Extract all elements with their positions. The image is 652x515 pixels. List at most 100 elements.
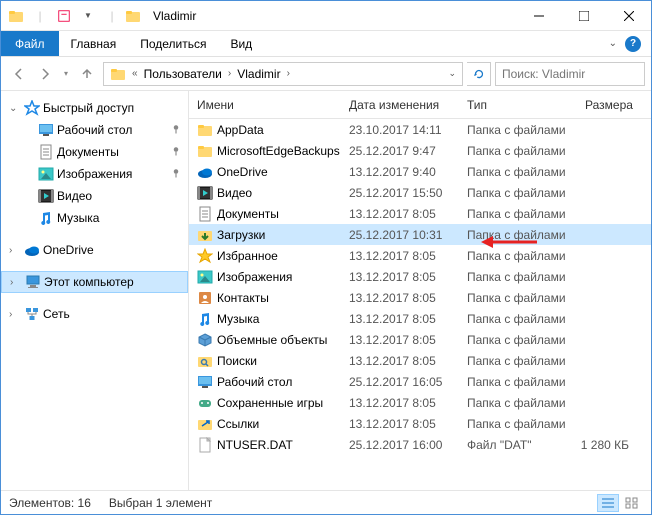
- tab-share[interactable]: Поделиться: [128, 31, 218, 56]
- file-date: 13.12.2017 8:05: [341, 207, 459, 221]
- refresh-button[interactable]: [467, 62, 491, 86]
- file-date: 25.12.2017 10:31: [341, 228, 459, 242]
- table-row[interactable]: Видео 25.12.2017 15:50 Папка с файлами: [189, 182, 651, 203]
- up-button[interactable]: [75, 62, 99, 86]
- nav-buttons: ▾: [7, 62, 99, 86]
- minimize-button[interactable]: [516, 1, 561, 31]
- file-name: Загрузки: [217, 228, 265, 242]
- sidebar-item[interactable]: Видео: [1, 185, 188, 207]
- folder-indicator-icon: [5, 5, 27, 27]
- table-row[interactable]: Избранное 13.12.2017 8:05 Папка с файлам…: [189, 245, 651, 266]
- table-row[interactable]: Музыка 13.12.2017 8:05 Папка с файлами: [189, 308, 651, 329]
- documents-icon: [37, 144, 55, 160]
- file-type: Папка с файлами: [459, 312, 577, 326]
- file-type: Папка с файлами: [459, 165, 577, 179]
- file-type: Папка с файлами: [459, 186, 577, 200]
- tab-view[interactable]: Вид: [218, 31, 264, 56]
- sidebar-item[interactable]: Рабочий стол: [1, 119, 188, 141]
- chevron-right-icon[interactable]: ›: [226, 68, 233, 79]
- column-size[interactable]: Размера: [577, 98, 637, 112]
- forward-button[interactable]: [33, 62, 57, 86]
- sidebar-item[interactable]: Документы: [1, 141, 188, 163]
- search-box[interactable]: [495, 62, 645, 86]
- table-row[interactable]: OneDrive 13.12.2017 9:40 Папка с файлами: [189, 161, 651, 182]
- ribbon-expand-icon[interactable]: ⌄: [609, 38, 617, 49]
- sidebar-item[interactable]: Изображения: [1, 163, 188, 185]
- help-icon[interactable]: ?: [625, 36, 641, 52]
- file-date: 13.12.2017 8:05: [341, 396, 459, 410]
- file-icon: [197, 437, 213, 453]
- table-row[interactable]: Сохраненные игры 13.12.2017 8:05 Папка с…: [189, 392, 651, 413]
- column-date[interactable]: Дата изменения: [341, 98, 459, 112]
- table-row[interactable]: Поиски 13.12.2017 8:05 Папка с файлами: [189, 350, 651, 371]
- details-view-button[interactable]: [597, 494, 619, 512]
- file-size: 1 280 КБ: [577, 438, 637, 452]
- table-row[interactable]: MicrosoftEdgeBackups 25.12.2017 9:47 Пап…: [189, 140, 651, 161]
- chevron-right-icon[interactable]: ›: [285, 68, 292, 79]
- file-name: Сохраненные игры: [217, 396, 323, 410]
- properties-icon[interactable]: [53, 5, 75, 27]
- back-button[interactable]: [7, 62, 31, 86]
- pin-icon: [170, 123, 182, 138]
- maximize-button[interactable]: [561, 1, 606, 31]
- navigation-bar: ▾ « Пользователи › Vladimir › ⌄: [1, 57, 651, 91]
- chevron-right-icon[interactable]: ›: [10, 277, 22, 288]
- table-row[interactable]: Контакты 13.12.2017 8:05 Папка с файлами: [189, 287, 651, 308]
- 3dobjects-icon: [197, 332, 213, 348]
- file-name: Контакты: [217, 291, 269, 305]
- table-row[interactable]: Объемные объекты 13.12.2017 8:05 Папка с…: [189, 329, 651, 350]
- file-name: Объемные объекты: [217, 333, 327, 347]
- titlebar: | ▼ | Vladimir: [1, 1, 651, 31]
- chevron-right-icon[interactable]: «: [130, 68, 140, 79]
- tree-quick-access[interactable]: ⌄ Быстрый доступ: [1, 97, 188, 119]
- table-row[interactable]: Изображения 13.12.2017 8:05 Папка с файл…: [189, 266, 651, 287]
- file-type: Папка с файлами: [459, 333, 577, 347]
- chevron-right-icon[interactable]: ›: [9, 245, 21, 256]
- file-list-area: Имени Дата изменения Тип Размера AppData…: [189, 91, 651, 490]
- breadcrumb-users[interactable]: Пользователи: [140, 67, 226, 81]
- links-icon: [197, 416, 213, 432]
- sidebar-item-label: Рабочий стол: [57, 123, 132, 137]
- window-title: Vladimir: [153, 9, 196, 23]
- file-date: 25.12.2017 15:50: [341, 186, 459, 200]
- file-type: Папка с файлами: [459, 354, 577, 368]
- file-date: 13.12.2017 8:05: [341, 417, 459, 431]
- table-row[interactable]: NTUSER.DAT 25.12.2017 16:00 Файл "DAT" 1…: [189, 434, 651, 455]
- address-root-icon[interactable]: [106, 66, 130, 82]
- chevron-down-icon[interactable]: ⌄: [9, 103, 21, 114]
- tree-this-pc[interactable]: › Этот компьютер: [1, 271, 188, 293]
- status-count: Элементов: 16: [9, 496, 91, 510]
- column-name[interactable]: Имени: [189, 98, 341, 112]
- file-date: 13.12.2017 8:05: [341, 291, 459, 305]
- column-type[interactable]: Тип: [459, 98, 577, 112]
- breadcrumb-vladimir[interactable]: Vladimir: [233, 67, 284, 81]
- sidebar-item[interactable]: Музыка: [1, 207, 188, 229]
- chevron-right-icon[interactable]: ›: [9, 309, 21, 320]
- address-bar[interactable]: « Пользователи › Vladimir › ⌄: [103, 62, 463, 86]
- table-row[interactable]: AppData 23.10.2017 14:11 Папка с файлами: [189, 119, 651, 140]
- file-tab[interactable]: Файл: [1, 31, 59, 56]
- ribbon-tabs: Файл Главная Поделиться Вид ⌄ ?: [1, 31, 651, 57]
- onedrive-icon: [23, 242, 41, 258]
- file-type: Папка с файлами: [459, 375, 577, 389]
- videos-icon: [37, 188, 55, 204]
- address-dropdown[interactable]: ⌄: [444, 68, 460, 79]
- table-row[interactable]: Документы 13.12.2017 8:05 Папка с файлам…: [189, 203, 651, 224]
- file-name: Изображения: [217, 270, 292, 284]
- pictures-icon: [197, 269, 213, 285]
- close-button[interactable]: [606, 1, 651, 31]
- favorites-icon: [197, 248, 213, 264]
- qat-dropdown[interactable]: ▼: [77, 5, 99, 27]
- tree-onedrive[interactable]: › OneDrive: [1, 239, 188, 261]
- table-row[interactable]: Загрузки 25.12.2017 10:31 Папка с файлам…: [189, 224, 651, 245]
- window-folder-icon: [125, 8, 141, 24]
- tree-network[interactable]: › Сеть: [1, 303, 188, 325]
- search-input[interactable]: [502, 67, 652, 81]
- tab-home[interactable]: Главная: [59, 31, 129, 56]
- table-row[interactable]: Ссылки 13.12.2017 8:05 Папка с файлами: [189, 413, 651, 434]
- table-row[interactable]: Рабочий стол 25.12.2017 16:05 Папка с фа…: [189, 371, 651, 392]
- icons-view-button[interactable]: [621, 494, 643, 512]
- downloads-icon: [197, 227, 213, 243]
- recent-dropdown[interactable]: ▾: [59, 62, 73, 86]
- qat-separator: |: [101, 5, 123, 27]
